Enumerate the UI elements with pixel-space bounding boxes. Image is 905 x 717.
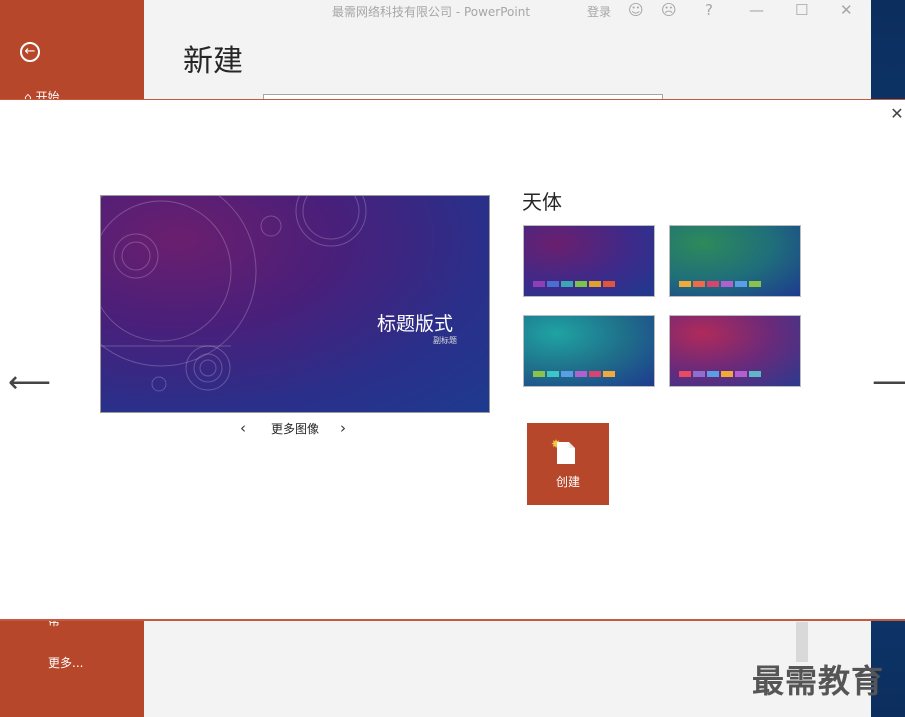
color-swatch (533, 371, 545, 377)
color-swatch (575, 371, 587, 377)
variant-color-swatches (679, 281, 761, 287)
minimize-icon[interactable]: — (749, 1, 764, 19)
color-swatch (735, 371, 747, 377)
close-window-icon[interactable]: ✕ (840, 1, 853, 19)
color-swatch (561, 281, 573, 287)
theme-variant-green[interactable] (669, 225, 801, 297)
color-swatch (679, 281, 691, 287)
variant-color-swatches (533, 281, 615, 287)
page-title: 新建 (183, 44, 243, 79)
color-swatch (533, 281, 545, 287)
maximize-icon[interactable]: ☐ (795, 1, 808, 19)
next-image-chevron-icon[interactable]: › (340, 419, 346, 437)
sidebar-item-more[interactable]: 更多... (48, 654, 83, 671)
smile-icon[interactable]: ☺ (628, 1, 644, 19)
color-swatch (547, 281, 559, 287)
theme-variant-purple[interactable] (523, 225, 655, 297)
variant-color-swatches (533, 371, 615, 377)
color-swatch (679, 371, 691, 377)
template-preview-dialog: ✕ ⟵ ⟶ 标题版式 副标题 ‹ 更多图像 › 天体 创建 (0, 99, 905, 621)
previous-image-chevron-icon[interactable]: ‹ (240, 419, 246, 437)
previous-template-arrow-icon[interactable]: ⟵ (8, 368, 51, 398)
window-title: 最需网络科技有限公司 - PowerPoint (332, 5, 531, 19)
variant-color-swatches (679, 371, 761, 377)
theme-variant-magenta[interactable] (669, 315, 801, 387)
next-template-arrow-icon[interactable]: ⟶ (872, 368, 905, 398)
create-button[interactable]: ✸ 创建 (527, 423, 609, 505)
color-swatch (547, 371, 559, 377)
close-icon[interactable]: ✕ (889, 106, 905, 123)
color-swatch (707, 281, 719, 287)
color-swatch (561, 371, 573, 377)
color-swatch (603, 371, 615, 377)
sign-in-link[interactable]: 登录 (587, 3, 611, 20)
color-swatch (575, 281, 587, 287)
create-button-label: 创建 (555, 475, 580, 489)
color-swatch (735, 281, 747, 287)
preview-slide-title: 标题版式 (377, 313, 454, 335)
new-document-icon (557, 442, 575, 464)
theme-variant-teal[interactable] (523, 315, 655, 387)
watermark: 最需教育 (752, 662, 885, 700)
color-swatch (749, 371, 761, 377)
color-swatch (589, 371, 601, 377)
color-swatch (721, 281, 733, 287)
color-swatch (749, 281, 761, 287)
template-preview-image: 标题版式 副标题 (100, 195, 490, 413)
help-icon[interactable]: ? (705, 1, 713, 19)
color-swatch (721, 371, 733, 377)
color-swatch (693, 371, 705, 377)
color-swatch (603, 281, 615, 287)
color-swatch (707, 371, 719, 377)
color-swatch (589, 281, 601, 287)
celestial-decoration (101, 196, 367, 392)
more-images-label: 更多图像 (271, 422, 320, 436)
back-arrow-icon[interactable]: ← (20, 42, 40, 62)
frown-icon[interactable]: ☹ (661, 1, 677, 19)
preview-slide-subtitle: 副标题 (433, 336, 457, 345)
color-swatch (693, 281, 705, 287)
theme-name: 天体 (522, 190, 562, 214)
